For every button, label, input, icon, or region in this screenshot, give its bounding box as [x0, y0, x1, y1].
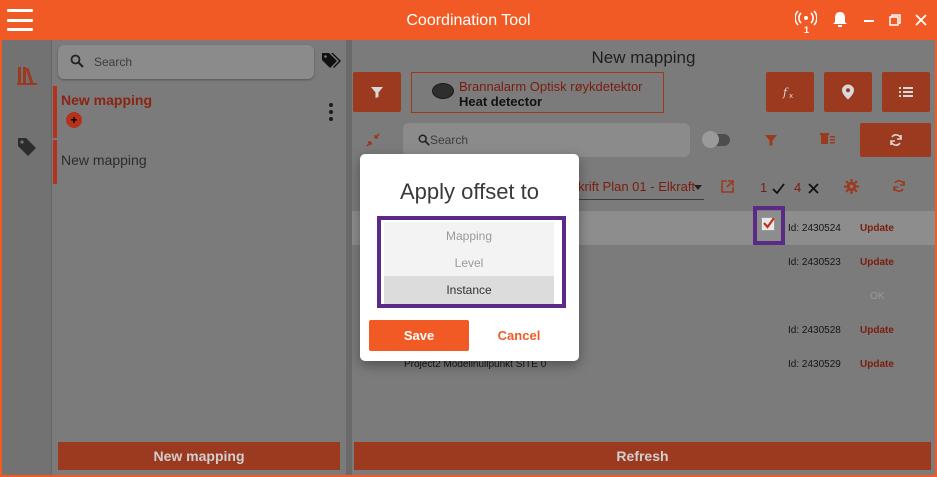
- broadcast-icon[interactable]: 1: [794, 10, 818, 35]
- location-button[interactable]: [824, 72, 872, 112]
- location-pin-icon: [842, 84, 854, 100]
- plan-select[interactable]: krift Plan 01 - Elkraft: [578, 176, 704, 200]
- mapping-list-panel: Search New mapping + New mapping New map…: [53, 40, 345, 475]
- checked-count: 1: [760, 180, 768, 195]
- page-title: New mapping: [591, 48, 696, 67]
- dialog-title: Apply offset to: [399, 179, 539, 204]
- sync-icon: [890, 134, 902, 146]
- filter-button[interactable]: [353, 72, 401, 112]
- tag-icon[interactable]: [16, 136, 38, 158]
- icon-rail: [2, 40, 52, 475]
- add-icon[interactable]: +: [66, 112, 82, 128]
- list-item-label: New mapping: [61, 92, 153, 108]
- options-highlight: [377, 216, 566, 308]
- row-id: Id: 2430529: [788, 359, 841, 370]
- row-id: Id: 2430528: [788, 325, 841, 336]
- search-placeholder: Search: [94, 55, 133, 69]
- search-icon: [70, 54, 84, 68]
- cancel-button[interactable]: Cancel: [479, 320, 559, 351]
- new-mapping-button[interactable]: New mapping: [58, 442, 340, 470]
- instance-search-input[interactable]: Search: [403, 123, 690, 157]
- list-item-label: New mapping: [61, 152, 147, 168]
- search-icon: [418, 134, 430, 146]
- refresh-icon[interactable]: [892, 179, 906, 198]
- function-button[interactable]: fx: [766, 72, 814, 112]
- row-id: Id: 2430524: [788, 223, 841, 234]
- tags-icon[interactable]: [321, 52, 343, 75]
- list-item[interactable]: New mapping: [53, 140, 345, 184]
- element-type: Heat detector: [459, 94, 543, 109]
- minimize-icon[interactable]: [863, 12, 875, 30]
- close-icon[interactable]: [915, 12, 927, 30]
- update-button[interactable]: Update: [860, 223, 894, 234]
- plan-select-value: krift Plan 01 - Elkraft: [578, 179, 696, 194]
- list-view-button[interactable]: [882, 72, 930, 112]
- check-icon[interactable]: [772, 181, 785, 199]
- collapse-icon[interactable]: [366, 133, 380, 152]
- update-button[interactable]: Update: [860, 325, 894, 336]
- cross-icon[interactable]: [808, 181, 819, 199]
- svg-text:f: f: [782, 86, 789, 99]
- smoke-detector-icon: [432, 83, 454, 99]
- save-button[interactable]: Save: [369, 320, 469, 351]
- list-item[interactable]: New mapping +: [53, 86, 345, 138]
- checkbox-highlight: [753, 206, 785, 245]
- filter-icon: [371, 87, 383, 98]
- title-bar: Coordination Tool 1: [0, 0, 937, 40]
- mapping-search-input[interactable]: Search: [58, 45, 314, 79]
- refresh-button[interactable]: Refresh: [354, 442, 931, 470]
- list-icon: [899, 87, 913, 97]
- sync-button[interactable]: [860, 123, 931, 157]
- notification-count: 1: [804, 25, 810, 35]
- settings-gear-icon[interactable]: [844, 179, 859, 199]
- open-external-icon[interactable]: [721, 180, 734, 198]
- search-placeholder: Search: [430, 133, 469, 147]
- function-icon: fx: [782, 86, 793, 99]
- update-button[interactable]: Update: [860, 257, 894, 268]
- svg-text:x: x: [789, 92, 793, 99]
- funnel-icon[interactable]: [764, 133, 778, 152]
- update-button[interactable]: Update: [860, 359, 894, 370]
- ok-button[interactable]: OK: [870, 291, 884, 302]
- row-id: Id: 2430523: [788, 257, 841, 268]
- restore-icon[interactable]: [889, 12, 901, 30]
- element-name: Brannalarm Optisk røykdetektor: [459, 79, 643, 94]
- more-options-icon[interactable]: [329, 103, 333, 121]
- clear-filter-icon[interactable]: [820, 132, 836, 151]
- element-selector[interactable]: Brannalarm Optisk røykdetektor Heat dete…: [411, 72, 664, 113]
- library-icon[interactable]: [16, 64, 38, 86]
- alarm-bell-icon[interactable]: [831, 10, 849, 32]
- filter-toggle[interactable]: [702, 131, 730, 148]
- unchecked-count: 4: [794, 180, 802, 195]
- apply-offset-dialog: Apply offset to Mapping Level Instance S…: [360, 154, 579, 361]
